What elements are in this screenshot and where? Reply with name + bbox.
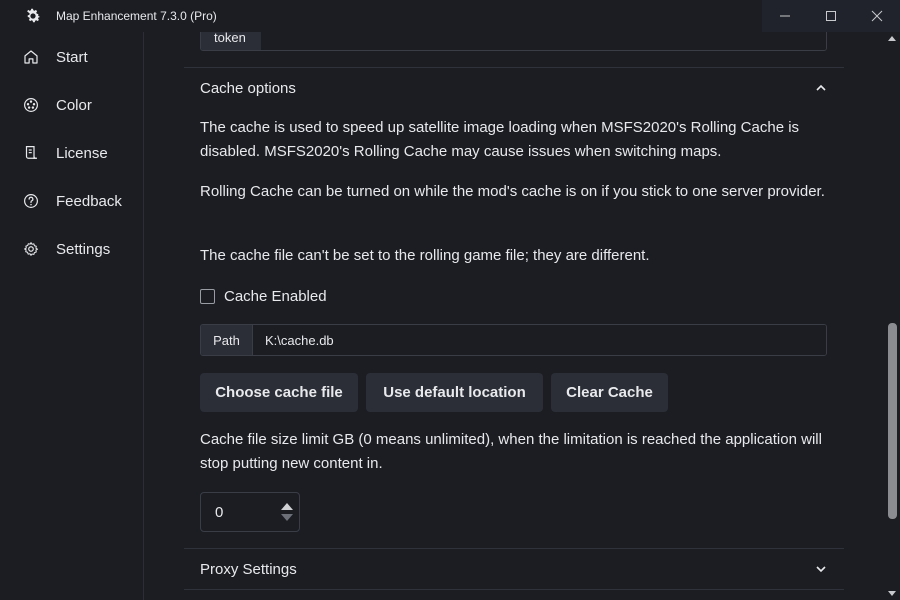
window-controls	[762, 0, 900, 32]
close-button[interactable]	[854, 0, 900, 32]
vertical-scrollbar[interactable]	[884, 32, 900, 600]
clear-cache-button[interactable]: Clear Cache	[551, 373, 668, 412]
sidebar-item-label: Settings	[56, 240, 111, 258]
scroll-thumb[interactable]	[888, 323, 897, 519]
sidebar-item-label: Start	[56, 48, 88, 66]
cache-description-3: The cache file can't be set to the rolli…	[200, 247, 650, 264]
section-title: Proxy Settings	[200, 560, 297, 578]
sidebar-item-label: Color	[56, 96, 92, 114]
cache-description-2: Rolling Cache can be turned on while the…	[200, 183, 825, 200]
sidebar-item-start[interactable]: Start	[22, 45, 88, 69]
token-label: token	[201, 32, 261, 50]
section-title: Cache options	[200, 79, 296, 97]
sidebar-item-settings[interactable]: Settings	[22, 237, 110, 261]
scroll-up-icon[interactable]	[888, 36, 896, 41]
maximize-icon	[826, 11, 836, 21]
cache-options-header[interactable]: Cache options	[200, 76, 827, 100]
main-content: token Cache options The cache is used to…	[144, 32, 884, 600]
gear-icon	[27, 8, 41, 23]
maximize-button[interactable]	[808, 0, 854, 32]
divider	[184, 67, 844, 68]
sidebar-item-color[interactable]: Color	[22, 93, 92, 117]
scroll-down-icon[interactable]	[888, 591, 896, 596]
stepper-arrows	[275, 493, 299, 531]
size-limit-description: Cache file size limit GB (0 means unlimi…	[200, 431, 822, 472]
size-limit-stepper[interactable]: 0	[200, 492, 300, 532]
help-circle-icon	[24, 194, 38, 208]
decrement-icon[interactable]	[281, 514, 293, 521]
minimize-button[interactable]	[762, 0, 808, 32]
chevron-up-icon	[816, 84, 826, 91]
close-icon	[871, 10, 883, 22]
proxy-settings-header[interactable]: Proxy Settings	[200, 557, 827, 581]
minimize-icon	[780, 15, 790, 17]
license-icon	[25, 146, 37, 159]
token-field-group: token	[200, 32, 827, 51]
divider	[184, 589, 844, 590]
path-label: Path	[201, 325, 253, 355]
window-title: Map Enhancement 7.3.0 (Pro)	[56, 9, 217, 23]
sidebar-item-license[interactable]: License	[22, 141, 108, 165]
size-limit-value[interactable]: 0	[201, 493, 275, 531]
palette-icon	[24, 98, 38, 112]
sidebar-item-label: License	[56, 144, 108, 162]
cache-description-1: The cache is used to speed up satellite …	[200, 119, 800, 160]
increment-icon[interactable]	[281, 503, 293, 510]
title-bar: Map Enhancement 7.3.0 (Pro)	[0, 0, 900, 32]
token-input[interactable]	[261, 32, 826, 50]
use-default-location-button[interactable]: Use default location	[366, 373, 543, 412]
sidebar-item-feedback[interactable]: Feedback	[22, 189, 122, 213]
chevron-down-icon	[816, 566, 826, 573]
choose-cache-file-button[interactable]: Choose cache file	[200, 373, 358, 412]
cache-enabled-row[interactable]: Cache Enabled	[200, 286, 327, 306]
sidebar-item-label: Feedback	[56, 192, 122, 210]
path-input[interactable]	[253, 325, 826, 355]
home-icon	[24, 50, 38, 64]
gear-icon	[24, 242, 39, 256]
cache-enabled-checkbox[interactable]	[200, 288, 215, 304]
cache-enabled-label: Cache Enabled	[224, 287, 327, 305]
path-field-group: Path	[200, 324, 827, 356]
divider	[184, 548, 844, 549]
sidebar: Start Color License Feedback Settings	[0, 32, 144, 600]
